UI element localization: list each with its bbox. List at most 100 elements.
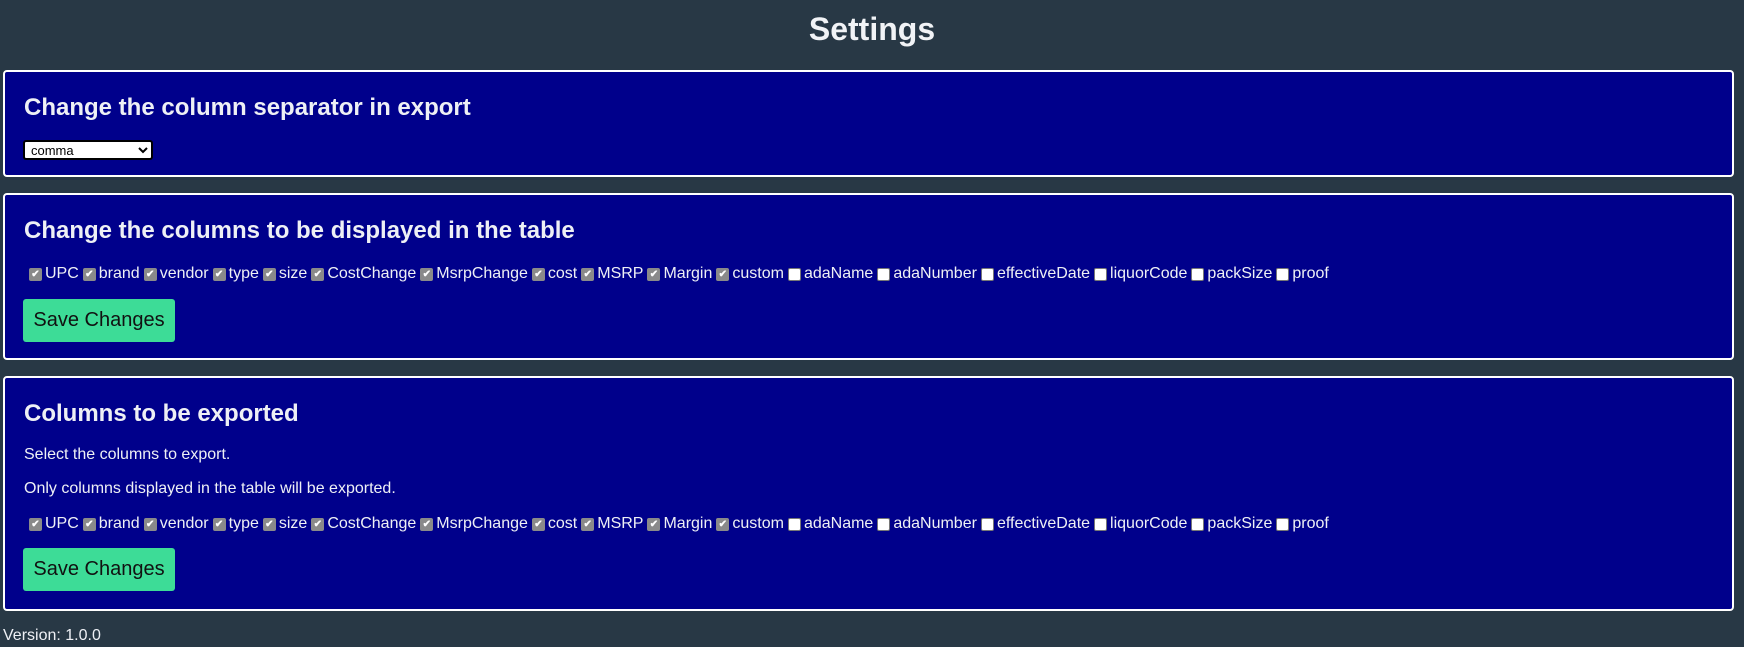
column-checkbox-item[interactable]: ✔ type [210,264,260,284]
column-checkbox-item[interactable]: ✔ brand [80,264,141,284]
column-checkbox-label: custom [732,265,784,282]
checkbox-unchecked-icon[interactable] [787,267,801,281]
column-checkbox-item[interactable]: ✔ MSRP [578,514,644,534]
column-checkbox-label: vendor [159,515,209,532]
checkbox-checked-icon[interactable]: ✔ [262,267,276,281]
column-checkbox-item[interactable]: ✔ UPC [26,264,80,284]
column-checkbox-item[interactable]: ✔ custom [713,264,785,284]
column-checkbox-item[interactable]: ✔ Margin [644,264,713,284]
checkbox-unchecked-icon[interactable] [980,517,994,531]
column-checkbox-item[interactable]: ✔ vendor [141,514,210,534]
separator-select[interactable]: comma [23,140,153,160]
version-label: Version: 1.0.0 [3,627,101,644]
checkbox-unchecked-icon[interactable] [1191,267,1205,281]
column-checkbox-label: effectiveDate [996,265,1091,282]
column-checkbox-item[interactable]: ✔ size [260,264,308,284]
separator-panel: Change the column separator in export co… [3,70,1734,177]
column-checkbox-item[interactable]: ✔ size [260,514,308,534]
checkbox-checked-icon[interactable]: ✔ [647,517,661,531]
column-checkbox-item[interactable]: adaNumber [874,264,978,284]
column-checkbox-item[interactable]: ✔ custom [713,514,785,534]
column-checkbox-item[interactable]: ✔ Margin [644,514,713,534]
column-checkbox-label: effectiveDate [996,515,1091,532]
checkbox-unchecked-icon[interactable] [1276,267,1290,281]
column-checkbox-item[interactable]: packSize [1188,264,1273,284]
column-checkbox-label: type [228,265,259,282]
checkbox-unchecked-icon[interactable] [1191,517,1205,531]
display-columns-panel: Change the columns to be displayed in th… [3,193,1734,360]
checkbox-checked-icon[interactable]: ✔ [581,517,595,531]
column-checkbox-item[interactable]: ✔ MSRP [578,264,644,284]
column-checkbox-label: brand [98,515,140,532]
column-checkbox-label: MSRP [597,515,644,532]
column-checkbox-label: adaNumber [893,265,977,282]
column-checkbox-item[interactable]: ✔ cost [529,264,578,284]
column-checkbox-label: vendor [159,265,209,282]
column-checkbox-label: adaName [803,515,874,532]
page-title: Settings [808,11,936,47]
checkbox-checked-icon[interactable]: ✔ [531,517,545,531]
checkbox-checked-icon[interactable]: ✔ [420,517,434,531]
column-checkbox-item[interactable]: liquorCode [1091,514,1188,534]
column-checkbox-label: UPC [45,515,79,532]
checkbox-unchecked-icon[interactable] [1094,517,1108,531]
column-checkbox-label: CostChange [327,515,417,532]
column-checkbox-item[interactable]: ✔ cost [529,514,578,534]
checkbox-checked-icon[interactable]: ✔ [212,517,226,531]
checkbox-checked-icon[interactable]: ✔ [420,267,434,281]
column-checkbox-item[interactable]: ✔ MsrpChange [417,514,529,534]
column-checkbox-label: MsrpChange [436,265,528,282]
checkbox-checked-icon[interactable]: ✔ [647,267,661,281]
checkbox-unchecked-icon[interactable] [1276,517,1290,531]
checkbox-checked-icon[interactable]: ✔ [29,517,42,531]
column-checkbox-item[interactable]: packSize [1188,514,1273,534]
checkbox-checked-icon[interactable]: ✔ [82,267,96,281]
export-save-changes-button[interactable]: Save Changes [23,548,175,591]
checkbox-checked-icon[interactable]: ✔ [581,267,595,281]
column-checkbox-label: liquorCode [1110,515,1188,532]
checkbox-checked-icon[interactable]: ✔ [29,267,42,281]
column-checkbox-item[interactable]: effectiveDate [978,514,1091,534]
column-checkbox-item[interactable]: ✔ MsrpChange [417,264,529,284]
display-columns-checkbox-list: ✔ UPC ✔ brand ✔ vendor ✔ type ✔ size ✔ CostChange ✔ M… [26,264,1330,284]
checkbox-unchecked-icon[interactable] [1094,267,1108,281]
column-checkbox-label: Margin [663,265,713,282]
checkbox-unchecked-icon[interactable] [877,517,891,531]
checkbox-checked-icon[interactable]: ✔ [311,517,325,531]
column-checkbox-item[interactable]: ✔ type [210,514,260,534]
column-checkbox-item[interactable]: ✔ CostChange [308,514,417,534]
column-checkbox-item[interactable]: adaName [785,264,874,284]
column-checkbox-item[interactable]: adaName [785,514,874,534]
column-checkbox-item[interactable]: effectiveDate [978,264,1091,284]
column-checkbox-label: packSize [1207,515,1273,532]
checkbox-unchecked-icon[interactable] [787,517,801,531]
display-save-changes-button[interactable]: Save Changes [23,299,175,342]
checkbox-unchecked-icon[interactable] [877,267,891,281]
export-columns-panel: Columns to be exported Select the column… [3,376,1734,611]
checkbox-checked-icon[interactable]: ✔ [716,517,730,531]
column-checkbox-item[interactable]: proof [1273,514,1329,534]
checkbox-checked-icon[interactable]: ✔ [143,517,157,531]
checkbox-checked-icon[interactable]: ✔ [143,267,157,281]
column-checkbox-label: adaNumber [893,515,977,532]
column-checkbox-item[interactable]: ✔ CostChange [308,264,417,284]
checkbox-checked-icon[interactable]: ✔ [311,267,325,281]
checkbox-unchecked-icon[interactable] [980,267,994,281]
column-checkbox-label: size [278,515,308,532]
checkbox-checked-icon[interactable]: ✔ [531,267,545,281]
column-checkbox-item[interactable]: ✔ UPC [26,514,80,534]
column-checkbox-item[interactable]: ✔ brand [80,514,141,534]
display-columns-heading: Change the columns to be displayed in th… [24,217,575,244]
checkbox-checked-icon[interactable]: ✔ [716,267,730,281]
column-checkbox-label: proof [1292,515,1329,532]
checkbox-checked-icon[interactable]: ✔ [262,517,276,531]
checkbox-checked-icon[interactable]: ✔ [82,517,96,531]
column-checkbox-item[interactable]: ✔ vendor [141,264,210,284]
column-checkbox-item[interactable]: proof [1273,264,1329,284]
column-checkbox-item[interactable]: liquorCode [1091,264,1188,284]
column-checkbox-label: adaName [803,265,874,282]
column-checkbox-label: CostChange [327,265,417,282]
checkbox-checked-icon[interactable]: ✔ [212,267,226,281]
column-checkbox-item[interactable]: adaNumber [874,514,978,534]
column-checkbox-label: cost [547,265,578,282]
